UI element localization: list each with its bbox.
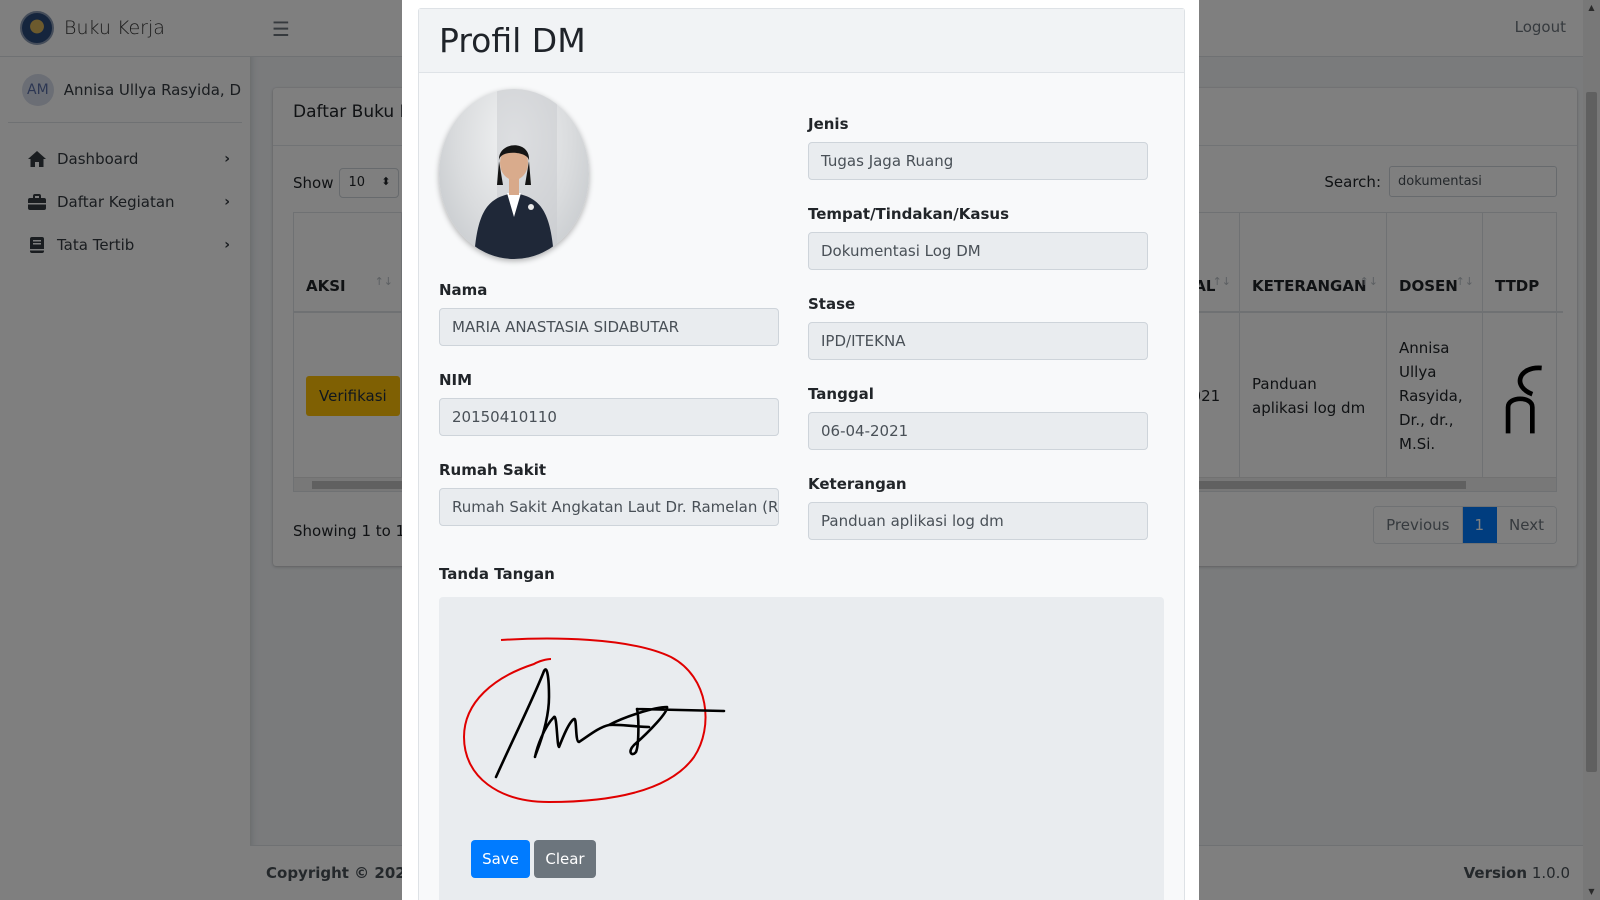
rumah-sakit-field[interactable]: Rumah Sakit Angkatan Laut Dr. Ramelan (R… [439, 488, 779, 526]
tempat-field[interactable]: Dokumentasi Log DM [808, 232, 1148, 270]
keterangan-field[interactable]: Panduan aplikasi log dm [808, 502, 1148, 540]
profil-dm-modal: Profil DM Nama MARIA ANASTASIA SIDABUTAR… [402, 0, 1199, 900]
nim-label: NIM [439, 371, 473, 389]
stase-field[interactable]: IPD/ITEKNA [808, 322, 1148, 360]
keterangan-label: Keterangan [808, 475, 907, 493]
nama-label: Nama [439, 281, 488, 299]
modal-title: Profil DM [439, 21, 586, 60]
signature-pad[interactable]: Save Clear [439, 597, 1164, 900]
profile-card: Profil DM Nama MARIA ANASTASIA SIDABUTAR… [418, 8, 1185, 900]
nama-field[interactable]: MARIA ANASTASIA SIDABUTAR [439, 308, 779, 346]
signature-drawing [462, 637, 726, 804]
jenis-field[interactable]: Tugas Jaga Ruang [808, 142, 1148, 180]
rumah-sakit-label: Rumah Sakit [439, 461, 547, 479]
stase-label: Stase [808, 295, 856, 313]
tanda-tangan-label: Tanda Tangan [439, 565, 555, 583]
nim-field[interactable]: 20150410110 [439, 398, 779, 436]
save-button[interactable]: Save [471, 840, 530, 878]
clear-button[interactable]: Clear [534, 840, 596, 878]
modal-header: Profil DM [419, 9, 1184, 73]
tempat-label: Tempat/Tindakan/Kasus [808, 205, 1009, 223]
tanggal-label: Tanggal [808, 385, 874, 403]
tanggal-field[interactable]: 06-04-2021 [808, 412, 1148, 450]
profile-photo [439, 89, 589, 259]
jenis-label: Jenis [808, 115, 849, 133]
